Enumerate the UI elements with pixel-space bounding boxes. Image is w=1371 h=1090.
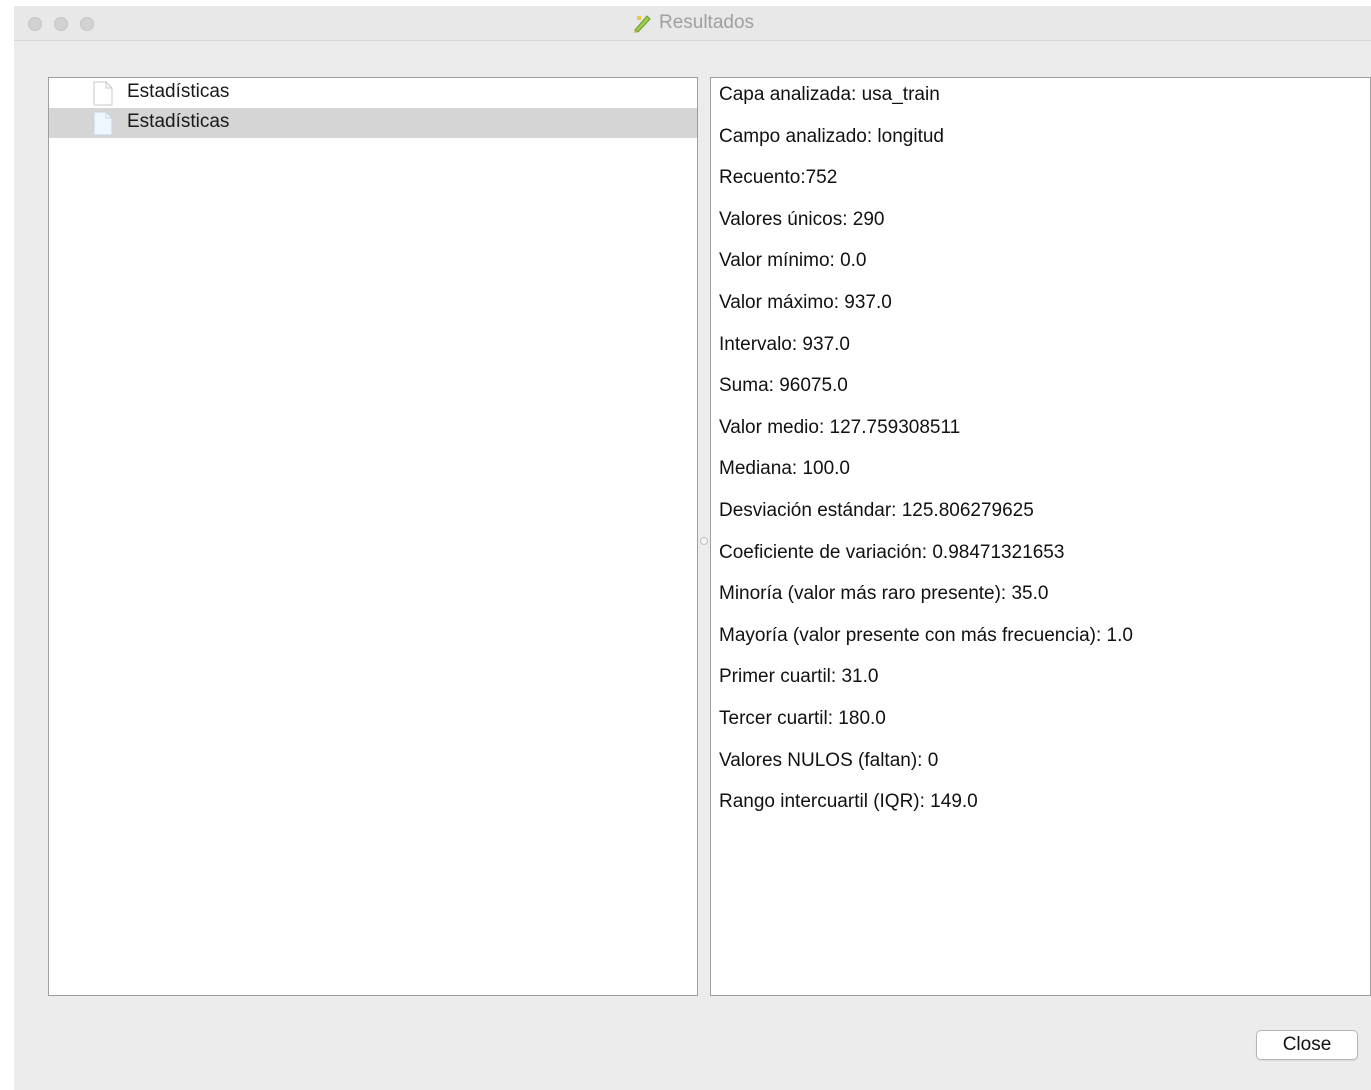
tree-item-statistics-1[interactable]: Estadísticas xyxy=(49,78,697,108)
stat-null-values: Valores NULOS (faltan): 0 xyxy=(719,749,939,771)
window-title: Resultados xyxy=(658,12,755,33)
stat-count: Recuento:752 xyxy=(719,167,838,189)
stat-coefficient-variation: Coeficiente de variación: 0.98471321653 xyxy=(719,541,1065,563)
document-icon xyxy=(93,111,113,136)
stat-min: Valor mínimo: 0.0 xyxy=(719,250,867,272)
tree-item-statistics-2[interactable]: Estadísticas xyxy=(49,108,697,138)
stat-first-quartile: Primer cuartil: 31.0 xyxy=(719,666,879,688)
stat-max: Valor máximo: 937.0 xyxy=(719,291,892,313)
close-window-button[interactable] xyxy=(28,17,42,31)
results-window: Resultados Estadísticas Estadísticas Cap… xyxy=(14,6,1371,1090)
stat-range: Intervalo: 937.0 xyxy=(719,333,850,355)
stat-field: Campo analizado: longitud xyxy=(719,125,944,147)
qgis-logo-icon xyxy=(631,12,653,34)
tree-item-label: Estadísticas xyxy=(127,111,230,132)
document-icon xyxy=(93,81,113,106)
stat-std-dev: Desviación estándar: 125.806279625 xyxy=(719,499,1034,521)
stat-mean: Valor medio: 127.759308511 xyxy=(719,416,961,438)
zoom-window-button[interactable] xyxy=(80,17,94,31)
stat-iqr: Rango intercuartil (IQR): 149.0 xyxy=(719,791,978,813)
minimize-window-button[interactable] xyxy=(54,17,68,31)
statistics-list: Capa analizada: usa_train Campo analizad… xyxy=(711,78,1370,831)
stat-unique-values: Valores únicos: 290 xyxy=(719,208,885,230)
statistics-output: Capa analizada: usa_train Campo analizad… xyxy=(710,77,1371,996)
tree-item-label: Estadísticas xyxy=(127,81,230,102)
stat-layer: Capa analizada: usa_train xyxy=(719,84,940,105)
title-bar[interactable]: Resultados xyxy=(14,6,1371,41)
splitter-handle[interactable] xyxy=(699,533,709,545)
results-tree[interactable]: Estadísticas Estadísticas xyxy=(48,77,698,996)
stat-majority: Mayoría (valor presente con más frecuenc… xyxy=(719,624,1133,646)
stat-minority: Minoría (valor más raro presente): 35.0 xyxy=(719,583,1049,605)
stat-third-quartile: Tercer cuartil: 180.0 xyxy=(719,707,886,729)
stat-median: Mediana: 100.0 xyxy=(719,458,850,480)
close-button[interactable]: Close xyxy=(1256,1030,1358,1060)
stat-sum: Suma: 96075.0 xyxy=(719,375,848,397)
